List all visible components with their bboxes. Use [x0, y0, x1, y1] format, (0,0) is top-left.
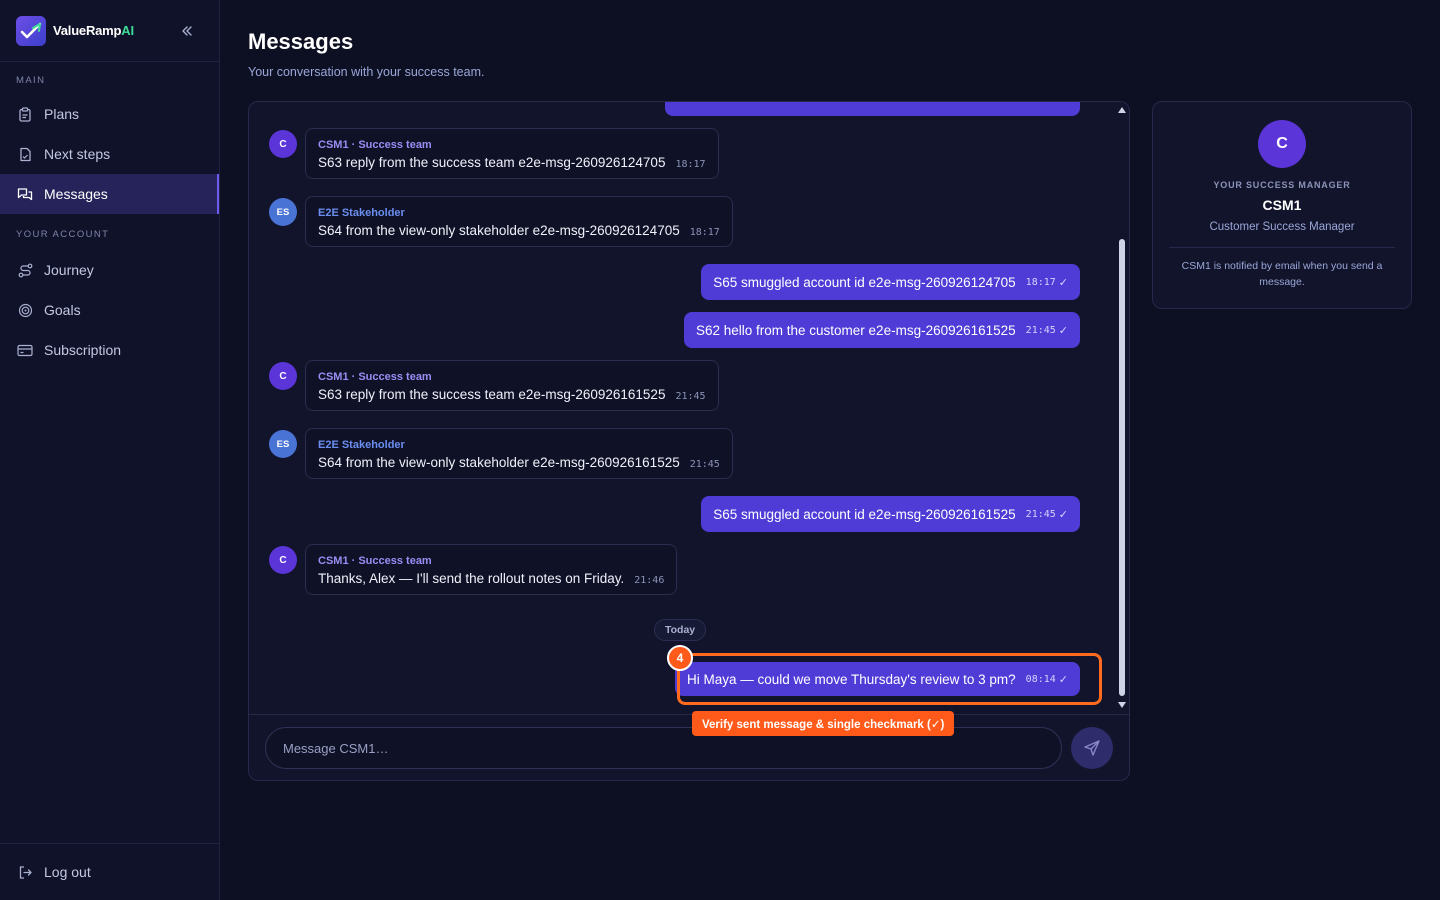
message-time: 18:17 [675, 159, 706, 170]
route-icon [17, 262, 33, 278]
sidebar-item-messages[interactable]: Messages [0, 174, 219, 214]
message-text: S65 smuggled account id e2e-msg-26092616… [713, 506, 1016, 522]
section-title-main: MAIN [16, 75, 46, 86]
sent-checkmark-icon: ✓ [1058, 276, 1068, 289]
page-subtitle: Your conversation with your success team… [248, 65, 485, 79]
message-time: 21:46 [634, 575, 665, 586]
manager-label: YOUR SUCCESS MANAGER [1213, 180, 1351, 190]
sidebar: ValueRampAI MAIN Plans Next steps Messag… [0, 0, 220, 900]
valueramp-logo-icon [16, 15, 46, 46]
message-outgoing: S65 smuggled account id e2e-msg-26092612… [701, 264, 1080, 300]
message-sender: CSM1 · Success team [318, 555, 432, 567]
messages-icon [17, 186, 33, 202]
brand: ValueRampAI [0, 0, 219, 62]
message-time: 21:45 [1025, 324, 1056, 336]
message-sender: E2E Stakeholder [318, 207, 405, 219]
message-text: S62 hello from the customer e2e-msg-2609… [695, 322, 1016, 338]
message-text: S63 reply from the success team e2e-msg-… [318, 155, 666, 170]
avatar: C [269, 130, 297, 158]
message-time: 21:45 [1025, 508, 1056, 520]
scroll-up-arrow-icon[interactable] [1118, 107, 1126, 113]
success-manager-card: C YOUR SUCCESS MANAGER CSM1 Customer Suc… [1152, 101, 1412, 309]
message-composer [249, 714, 1129, 780]
message-incoming: C CSM1 · Success team Thanks, Alex — I'l… [269, 544, 678, 595]
message-incoming: ES E2E Stakeholder S64 from the view-onl… [269, 196, 733, 247]
brand-name: ValueRampAI [53, 23, 134, 38]
message-outgoing: S65 smuggled account id e2e-msg-26092616… [701, 496, 1080, 532]
sidebar-item-journey[interactable]: Journey [0, 250, 219, 290]
avatar: ES [269, 198, 297, 226]
message-sender: CSM1 · Success team [318, 139, 432, 151]
message-list: C CSM1 · Success team S63 reply from the… [249, 102, 1115, 714]
avatar: C [269, 362, 297, 390]
message-outgoing: S62 hello from the customer e2e-msg-2609… [683, 312, 1080, 348]
checklist-icon [17, 146, 33, 162]
scroll-down-arrow-icon[interactable] [1118, 702, 1126, 708]
day-separator: Today [654, 619, 707, 641]
logout-icon [17, 864, 33, 880]
message-time: 21:45 [689, 459, 720, 470]
sidebar-item-label: Plans [44, 106, 80, 122]
send-button[interactable] [1071, 727, 1113, 769]
sidebar-item-plans[interactable]: Plans [0, 94, 219, 134]
message-sender: CSM1 · Success team [318, 371, 432, 383]
card-icon [17, 342, 33, 358]
message-text: S64 from the view-only stakeholder e2e-m… [318, 223, 680, 238]
target-icon [17, 302, 33, 318]
message-text: Thanks, Alex — I'll send the rollout not… [318, 571, 625, 586]
message-incoming: C CSM1 · Success team S63 reply from the… [269, 360, 719, 411]
message-time: 21:45 [675, 391, 706, 402]
message-bubble: CSM1 · Success team Thanks, Alex — I'll … [305, 544, 678, 595]
scrollbar-thumb[interactable] [1119, 239, 1125, 696]
manager-note: CSM1 is notified by email when you send … [1181, 260, 1383, 288]
clipboard-icon [17, 106, 33, 122]
annotation-highlight [677, 653, 1102, 705]
sidebar-item-next-steps[interactable]: Next steps [0, 134, 219, 174]
message-time: 18:17 [1025, 276, 1056, 288]
message-text: S63 reply from the success team e2e-msg-… [318, 387, 666, 402]
annotation-label: Verify sent message & single checkmark (… [692, 711, 955, 736]
page-title: Messages [248, 29, 354, 54]
sidebar-item-label: Goals [44, 302, 81, 318]
message-sender: E2E Stakeholder [318, 439, 405, 451]
message-incoming: ES E2E Stakeholder S64 from the view-onl… [269, 428, 733, 479]
collapse-sidebar-button[interactable] [179, 22, 195, 40]
manager-avatar: C [1258, 120, 1306, 168]
sidebar-item-subscription[interactable]: Subscription [0, 330, 219, 370]
avatar: C [269, 546, 297, 574]
message-bubble: E2E Stakeholder S64 from the view-only s… [305, 428, 733, 479]
manager-name: CSM1 [1262, 197, 1302, 213]
sidebar-item-label: Subscription [44, 342, 122, 358]
message-text: S64 from the view-only stakeholder e2e-m… [318, 455, 680, 470]
annotation-step-badge: 4 [667, 645, 693, 671]
section-title-your-account: YOUR ACCOUNT [16, 229, 110, 240]
chat-panel: C CSM1 · Success team S63 reply from the… [248, 101, 1130, 781]
avatar: ES [269, 430, 297, 458]
sidebar-item-label: Messages [44, 186, 108, 202]
message-time: 18:17 [689, 227, 720, 238]
message-scrollbar[interactable] [1115, 102, 1129, 714]
sidebar-item-label: Journey [44, 262, 94, 278]
sent-checkmark-icon: ✓ [1058, 508, 1068, 521]
logout-label: Log out [44, 864, 91, 880]
message-outgoing-partial [665, 102, 1080, 116]
divider [1169, 247, 1395, 248]
message-bubble: CSM1 · Success team S63 reply from the s… [305, 128, 719, 179]
logout-section: Log out [0, 843, 219, 900]
sent-checkmark-icon: ✓ [1058, 324, 1068, 337]
message-bubble: E2E Stakeholder S64 from the view-only s… [305, 196, 733, 247]
manager-role: Customer Success Manager [1209, 221, 1355, 233]
message-text: S65 smuggled account id e2e-msg-26092612… [713, 274, 1016, 290]
message-bubble: CSM1 · Success team S63 reply from the s… [305, 360, 719, 411]
send-icon [1084, 740, 1100, 756]
sidebar-item-goals[interactable]: Goals [0, 290, 219, 330]
logout-button[interactable]: Log out [0, 844, 219, 900]
message-incoming: C CSM1 · Success team S63 reply from the… [269, 128, 719, 179]
sidebar-item-label: Next steps [44, 146, 111, 162]
chevrons-left-icon [182, 26, 192, 36]
